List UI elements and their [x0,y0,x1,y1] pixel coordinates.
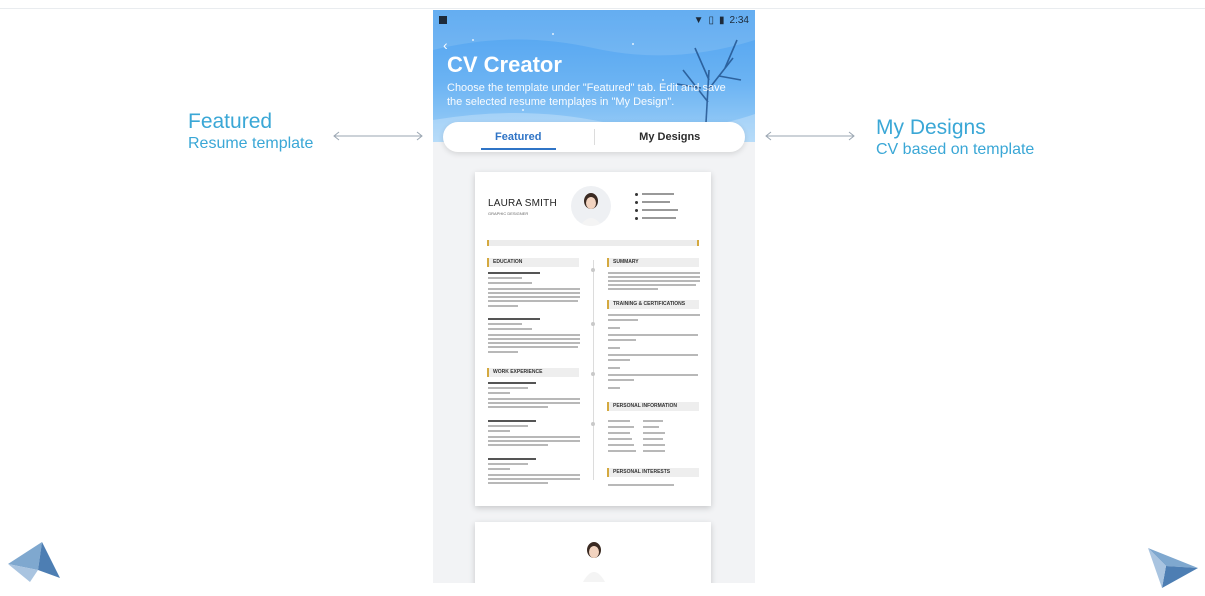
resume-avatar [583,542,605,582]
contact-email-row [635,198,705,206]
double-arrow-icon [332,131,424,141]
resume-avatar [571,186,611,226]
annotation-my-designs: My Designs CV based on template [876,116,1034,160]
mail-icon [635,200,638,204]
resume-role: GRAPHIC DESIGNER [488,211,529,216]
contact-web-row [635,206,705,214]
origami-right-decoration-icon [1148,548,1198,588]
tab-bar: Featured My Designs [443,122,745,152]
annotation-my-designs-subtitle: CV based on template [876,141,1035,158]
resume-divider-bar [487,240,699,246]
section-personal-information: PERSONAL INFORMATION [607,402,699,411]
phone-icon [635,192,638,196]
section-education: EDUCATION [487,258,579,267]
tab-featured[interactable]: Featured [443,122,594,152]
contact-phone-row [635,190,705,198]
phone-screen: ▼ ▯ ▮ 2:34 ‹ CV Creator Choose the templ… [433,10,755,583]
resume-template-card-2[interactable] [475,522,711,583]
signal-icon: ▯ [708,14,715,26]
app-title: CV Creator [447,52,562,77]
resume-template-card[interactable]: LAURA SMITH GRAPHIC DESIGNER EDUCATION W… [475,172,711,506]
annotation-featured: Featured Resume template [188,110,313,154]
section-training: TRAINING & CERTIFICATIONS [607,300,699,309]
annotation-featured-subtitle: Resume template [188,135,314,152]
section-personal-interests: PERSONAL INTERESTS [607,468,699,477]
globe-icon [635,208,638,212]
annotation-my-designs-title: My Designs [876,116,986,139]
double-arrow-icon [764,131,856,141]
back-chevron-icon[interactable]: ‹ [443,38,448,52]
section-summary: SUMMARY [607,258,699,267]
section-work-experience: WORK EXPERIENCE [487,368,579,377]
notification-icon [439,16,447,24]
tab-my-designs[interactable]: My Designs [595,122,746,152]
app-description: Choose the template under "Featured" tab… [447,82,726,108]
annotation-featured-title: Featured [188,110,273,133]
wifi-icon: ▼ [693,14,704,26]
status-bar: ▼ ▯ ▮ 2:34 [433,10,755,30]
location-icon [635,216,638,220]
resume-name: LAURA SMITH [488,198,557,209]
origami-left-decoration-icon [8,542,60,582]
status-time: 2:34 [729,14,749,26]
resume-timeline [593,260,594,480]
resume-contacts [635,190,705,222]
battery-icon: ▮ [719,14,725,26]
contact-address-row [635,214,705,222]
top-divider [0,8,1205,9]
